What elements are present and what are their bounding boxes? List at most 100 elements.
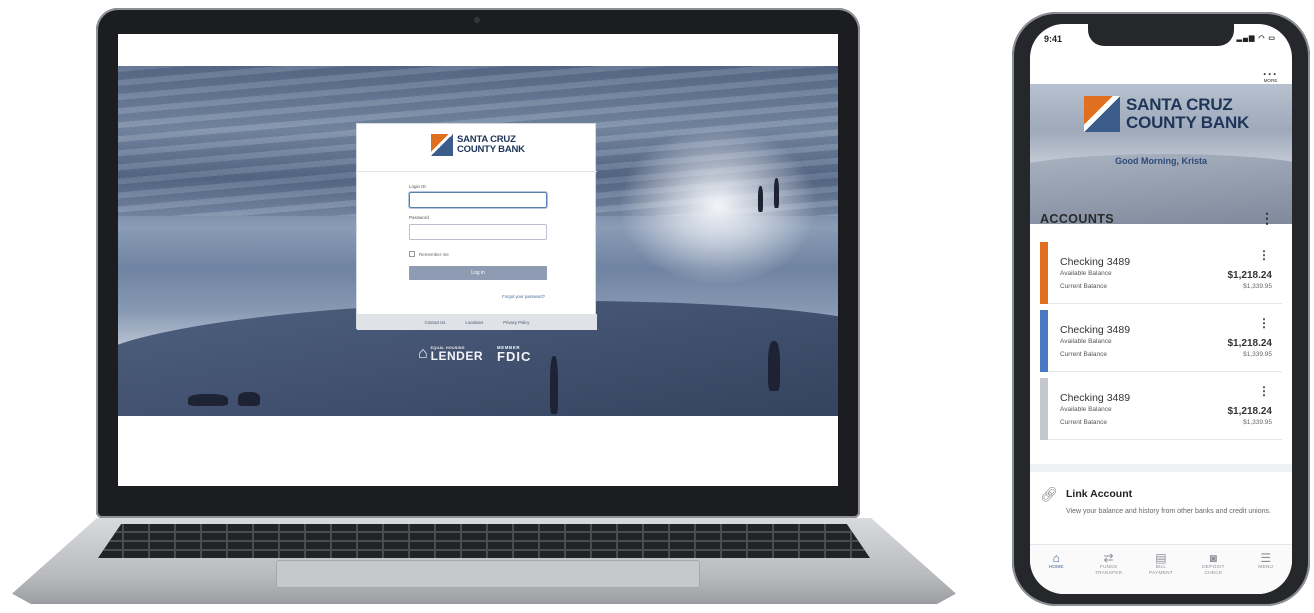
- account-color-bar: [1040, 242, 1048, 304]
- ehl-big-text: LENDER: [430, 349, 484, 363]
- bank-name-line2: COUNTY BANK: [457, 144, 525, 155]
- laptop-keyboard: [98, 524, 870, 558]
- hero-banner: SANTA CRUZ COUNTY BANK Good Morning, Kri…: [1030, 84, 1292, 224]
- tab-label: BILL PAYMENT: [1149, 565, 1173, 576]
- member-fdic-badge: MEMBER FDIC: [497, 345, 531, 363]
- bank-logo: SANTA CRUZ COUNTY BANK: [1084, 96, 1249, 132]
- bank-logo-text: SANTA CRUZ COUNTY BANK: [1126, 96, 1249, 132]
- login-id-input[interactable]: [409, 192, 547, 208]
- login-id-label: Login ID: [409, 184, 426, 189]
- current-balance-label: Current Balance: [1060, 351, 1107, 358]
- bill-icon: ▤: [1155, 551, 1167, 565]
- contact-us-link[interactable]: Contact Us: [425, 320, 446, 325]
- bank-logo: SANTA CRUZ COUNTY BANK: [431, 134, 525, 156]
- tab-label: MENU: [1258, 565, 1274, 570]
- bank-logo-mark: [431, 134, 453, 156]
- person-silhouette: [550, 356, 558, 414]
- more-dots-icon: ···: [1263, 67, 1278, 81]
- marketing-stage: SANTA CRUZ COUNTY BANK Login ID Password…: [0, 0, 1314, 613]
- tab-menu[interactable]: ☰ MENU: [1242, 551, 1290, 594]
- bank-name-line2: COUNTY BANK: [1126, 113, 1250, 132]
- login-button[interactable]: Log in: [409, 266, 547, 280]
- home-icon: ⌂: [1052, 551, 1060, 565]
- sun-reflection: [618, 126, 818, 286]
- accounts-menu-icon[interactable]: ⋮: [1260, 210, 1274, 227]
- remember-me-checkbox[interactable]: [409, 251, 415, 257]
- bottom-tab-bar: ⌂ HOME ⇄ FUNDS TRANSFER ▤ BILL PAYMENT ◙…: [1030, 544, 1292, 594]
- status-time: 9:41: [1044, 34, 1063, 44]
- login-footer: Contact Us Locations Privacy Policy: [357, 314, 597, 330]
- available-balance-label: Available Balance: [1060, 270, 1112, 277]
- link-icon: 🔗︎: [1040, 486, 1058, 502]
- dog-silhouette: [238, 392, 260, 406]
- menu-icon: ☰: [1260, 551, 1272, 565]
- account-card[interactable]: Checking 3489 Available Balance Current …: [1040, 242, 1282, 304]
- bank-logo-mark: [1084, 96, 1120, 132]
- link-account-card[interactable]: 🔗︎ Link Account View your balance and hi…: [1030, 464, 1292, 534]
- account-name: Checking 3489: [1060, 324, 1131, 336]
- tab-bill-payment[interactable]: ▤ BILL PAYMENT: [1137, 551, 1185, 594]
- regulatory-badges: ⌂ EQUAL HOUSING LENDER MEMBER FDIC: [418, 345, 531, 363]
- dog-silhouette: [188, 394, 228, 406]
- beach-background: SANTA CRUZ COUNTY BANK Login ID Password…: [118, 66, 838, 416]
- wifi-icon: ◠: [1258, 35, 1266, 42]
- person-silhouette: [774, 178, 779, 208]
- fdic-big-text: FDIC: [497, 349, 532, 364]
- link-account-title: Link Account: [1066, 488, 1133, 500]
- current-balance: $1,339.95: [1243, 419, 1272, 426]
- account-options-icon[interactable]: ⋮: [1258, 384, 1270, 398]
- laptop-camera: [474, 17, 480, 23]
- accounts-heading: ACCOUNTS: [1040, 212, 1115, 226]
- login-card: SANTA CRUZ COUNTY BANK Login ID Password…: [356, 123, 597, 330]
- current-balance-label: Current Balance: [1060, 419, 1107, 426]
- phone-screen: 9:41 ▂▄▆ ◠ ▭ ··· MORE SANTA CRUZ COUNTY …: [1030, 24, 1292, 594]
- greeting: Good Morning, Krista: [1115, 156, 1207, 166]
- phone-notch: [1088, 24, 1234, 46]
- available-balance: $1,218.24: [1227, 406, 1273, 417]
- laptop-screen: SANTA CRUZ COUNTY BANK Login ID Password…: [118, 34, 838, 486]
- person-silhouette: [768, 341, 780, 391]
- tab-label: FUNDS TRANSFER: [1094, 565, 1123, 576]
- available-balance: $1,218.24: [1227, 338, 1273, 349]
- available-balance: $1,218.24: [1227, 270, 1273, 281]
- password-input[interactable]: [409, 224, 547, 240]
- more-button[interactable]: ··· MORE: [1263, 67, 1278, 83]
- bank-logo-text: SANTA CRUZ COUNTY BANK: [457, 135, 525, 155]
- remember-me-label: Remember me: [419, 251, 449, 257]
- password-label: Password: [409, 215, 429, 220]
- status-icons: ▂▄▆ ◠ ▭: [1237, 34, 1276, 42]
- tab-funds-transfer[interactable]: ⇄ FUNDS TRANSFER: [1085, 551, 1133, 594]
- divider: [357, 171, 597, 172]
- link-account-description: View your balance and history from other…: [1066, 508, 1271, 515]
- account-name: Checking 3489: [1060, 392, 1131, 404]
- battery-icon: ▭: [1268, 35, 1276, 42]
- current-balance: $1,339.95: [1243, 351, 1272, 358]
- laptop-trackpad: [276, 560, 700, 588]
- remember-me[interactable]: Remember me: [409, 251, 449, 257]
- account-color-bar: [1040, 310, 1048, 372]
- forgot-password-link[interactable]: Forgot your password?: [502, 294, 545, 299]
- current-balance-label: Current Balance: [1060, 283, 1107, 290]
- camera-icon: ◙: [1209, 551, 1217, 565]
- equal-housing-lender-badge: ⌂ EQUAL HOUSING LENDER: [418, 345, 484, 363]
- person-silhouette: [758, 186, 763, 212]
- current-balance: $1,339.95: [1243, 283, 1272, 290]
- house-icon: ⌂: [418, 345, 428, 362]
- account-card[interactable]: Checking 3489 Available Balance Current …: [1040, 378, 1282, 440]
- available-balance-label: Available Balance: [1060, 406, 1112, 413]
- signal-icon: ▂▄▆: [1236, 35, 1256, 42]
- account-card[interactable]: Checking 3489 Available Balance Current …: [1040, 310, 1282, 372]
- tab-deposit-check[interactable]: ◙ DEPOSIT CHECK: [1189, 551, 1237, 594]
- privacy-policy-link[interactable]: Privacy Policy: [503, 320, 529, 325]
- bank-name-line1: SANTA CRUZ: [1126, 95, 1233, 114]
- account-options-icon[interactable]: ⋮: [1258, 248, 1270, 262]
- tab-home[interactable]: ⌂ HOME: [1032, 551, 1080, 594]
- available-balance-label: Available Balance: [1060, 338, 1112, 345]
- tab-label: DEPOSIT CHECK: [1202, 565, 1225, 576]
- tab-label: HOME: [1048, 565, 1064, 570]
- account-options-icon[interactable]: ⋮: [1258, 316, 1270, 330]
- more-label: MORE: [1263, 78, 1278, 83]
- account-color-bar: [1040, 378, 1048, 440]
- account-name: Checking 3489: [1060, 256, 1131, 268]
- locations-link[interactable]: Locations: [465, 320, 483, 325]
